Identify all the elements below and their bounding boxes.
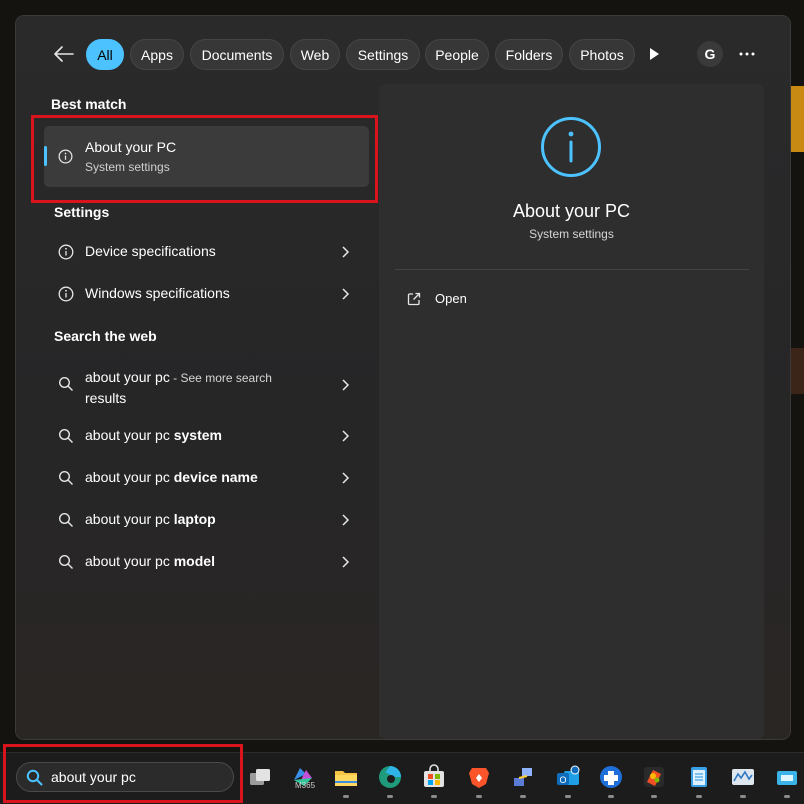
settings-item-label: Windows specifications [85, 285, 230, 301]
filter-settings[interactable]: Settings [346, 39, 420, 70]
highlight-box-taskbar-search [3, 744, 243, 803]
chevron-right-icon [342, 288, 350, 300]
running-indicator [696, 795, 702, 798]
chevron-right-icon [342, 514, 350, 526]
suggestion-bold: model [173, 553, 215, 569]
running-indicator [431, 795, 437, 798]
running-indicator [784, 795, 790, 798]
filter-web[interactable]: Web [290, 39, 340, 70]
notepad-icon[interactable] [686, 764, 712, 790]
info-icon [58, 244, 74, 260]
running-indicator [608, 795, 614, 798]
search-icon [58, 470, 73, 485]
search-icon [58, 428, 73, 443]
web-result-see-more[interactable]: about your pc - See more search results [44, 362, 369, 408]
background-window-fragment-2 [788, 348, 804, 394]
suggestion-base: about your pc [85, 511, 174, 527]
paint-app-icon[interactable] [641, 764, 667, 790]
divider [395, 269, 749, 270]
running-indicator [387, 795, 393, 798]
more-filters-play-icon[interactable] [644, 44, 664, 64]
svg-text:O: O [559, 775, 566, 785]
chevron-right-icon [342, 472, 350, 484]
settings-item-label: Device specifications [85, 243, 216, 259]
preview-subtitle: System settings [529, 227, 614, 241]
filter-people[interactable]: People [425, 39, 489, 70]
running-indicator [476, 795, 482, 798]
resource-monitor-icon[interactable] [730, 764, 756, 790]
microsoft-365-copilot-icon[interactable]: M365 [290, 764, 316, 790]
open-action[interactable]: Open [403, 286, 503, 312]
settings-item-windows-specifications[interactable]: Windows specifications [44, 275, 369, 313]
web-suggestion-system[interactable]: about your pc system [44, 417, 369, 455]
task-view-icon[interactable] [247, 764, 273, 790]
web-suggestion-device-name[interactable]: about your pc device name [44, 459, 369, 497]
filter-apps[interactable]: Apps [130, 39, 184, 70]
web-suggestion-laptop[interactable]: about your pc laptop [44, 501, 369, 539]
suggestion-base: about your pc [85, 553, 174, 569]
suggestion-base: about your pc [85, 469, 174, 485]
background-window-fragment [788, 86, 804, 152]
account-avatar[interactable]: G [697, 41, 723, 67]
search-web-heading: Search the web [54, 328, 157, 344]
chevron-right-icon [342, 556, 350, 568]
chevron-right-icon [342, 430, 350, 442]
more-options-icon[interactable] [735, 44, 759, 64]
edge-browser-icon[interactable] [377, 764, 403, 790]
running-indicator [520, 795, 526, 798]
settings-heading: Settings [54, 204, 110, 220]
suggestion-bold: laptop [173, 511, 216, 527]
chevron-right-icon [342, 379, 350, 391]
web-suggestion-model[interactable]: about your pc model [44, 543, 369, 581]
filter-folders[interactable]: Folders [495, 39, 563, 70]
best-match-heading: Best match [51, 96, 127, 112]
filter-documents[interactable]: Documents [190, 39, 284, 70]
chevron-right-icon [342, 246, 350, 258]
suggestion-base: about your pc [85, 427, 174, 443]
outlook-icon[interactable]: O [555, 764, 581, 790]
preview-title: About your PC [512, 201, 631, 221]
see-more-text: - See more search [169, 371, 272, 385]
info-icon [58, 286, 74, 302]
brave-browser-icon[interactable] [466, 764, 492, 790]
running-indicator [343, 795, 349, 798]
health-app-icon[interactable] [598, 764, 624, 790]
open-label: Open [435, 291, 467, 306]
app-window-icon[interactable] [774, 764, 800, 790]
running-indicator [651, 795, 657, 798]
file-explorer-icon[interactable] [333, 764, 359, 790]
suggestion-bold: device name [173, 469, 258, 485]
search-icon [58, 512, 73, 527]
web-query-text: about your pc [85, 369, 170, 385]
filter-photos[interactable]: Photos [569, 39, 635, 70]
running-indicator [565, 795, 571, 798]
network-tool-icon[interactable] [510, 764, 536, 790]
open-external-icon [407, 292, 421, 306]
see-more-text-line2: results [85, 390, 127, 406]
m365-caption: M365 [295, 781, 316, 790]
highlight-box-best-match [31, 115, 378, 203]
search-icon [58, 554, 73, 569]
info-large-icon [541, 117, 601, 177]
preview-pane: About your PC System settings Open [379, 84, 764, 739]
running-indicator [740, 795, 746, 798]
suggestion-bold: system [173, 427, 222, 443]
microsoft-store-icon[interactable] [421, 764, 447, 790]
settings-item-device-specifications[interactable]: Device specifications [44, 233, 369, 271]
search-icon [58, 376, 73, 391]
filter-all[interactable]: All [86, 39, 124, 70]
back-arrow-icon[interactable] [52, 42, 76, 66]
